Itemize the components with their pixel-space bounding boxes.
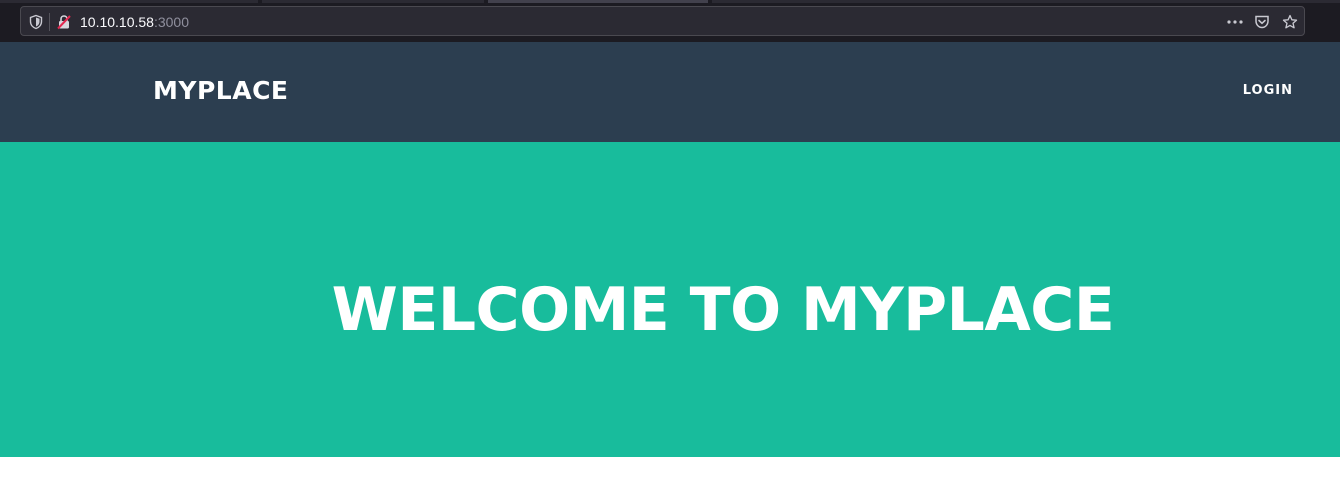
tab-strip-edge xyxy=(262,0,484,3)
tab-strip-edge xyxy=(712,0,1340,3)
login-link[interactable]: LOGIN xyxy=(1243,83,1293,99)
url-text[interactable]: 10.10.10.58:3000 xyxy=(80,13,189,31)
more-icon[interactable] xyxy=(1226,14,1244,30)
page-content-area xyxy=(0,457,1340,489)
address-bar-separator xyxy=(49,13,50,31)
hero-title: WELCOME TO MYPLACE xyxy=(331,275,1115,345)
lock-icon[interactable] xyxy=(56,14,72,30)
star-icon[interactable] xyxy=(1282,14,1298,30)
hero-banner: WELCOME TO MYPLACE xyxy=(0,142,1340,457)
tab-strip-edge xyxy=(0,0,258,3)
site-navbar: MYPLACE LOGIN xyxy=(0,42,1340,142)
pocket-icon[interactable] xyxy=(1254,14,1270,30)
tab-strip-edge-active xyxy=(488,0,708,3)
shield-icon[interactable] xyxy=(28,14,44,30)
browser-chrome: 10.10.10.58:3000 xyxy=(0,0,1340,42)
url-host: 10.10.10.58 xyxy=(80,14,154,30)
url-port: :3000 xyxy=(153,14,190,30)
brand-logo-link[interactable]: MYPLACE xyxy=(153,76,289,106)
address-bar[interactable]: 10.10.10.58:3000 xyxy=(20,6,1305,36)
